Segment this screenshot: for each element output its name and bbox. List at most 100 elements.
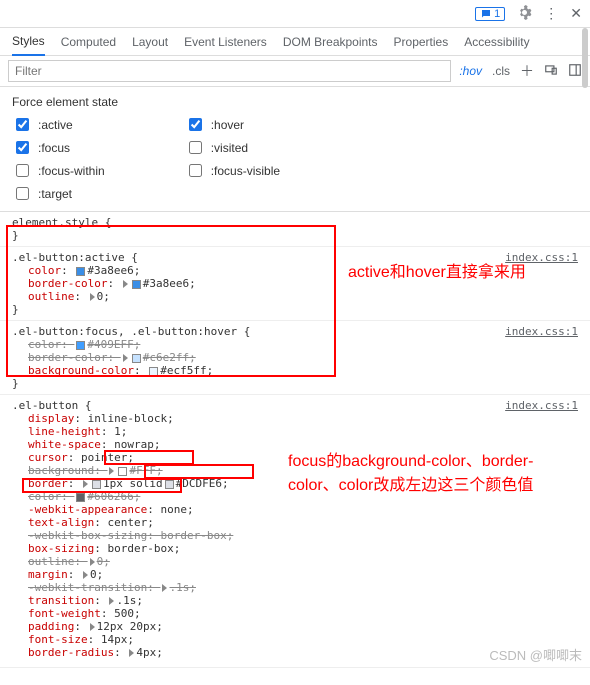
color-swatch[interactable] xyxy=(118,467,127,476)
css-property[interactable]: -webkit-appearance: none; xyxy=(28,503,578,516)
css-property[interactable]: -webkit-box-sizing: border-box; xyxy=(28,529,578,542)
chat-icon xyxy=(480,8,492,20)
expand-icon[interactable] xyxy=(109,467,114,475)
state-target[interactable]: :target xyxy=(12,184,105,203)
state-checkbox[interactable] xyxy=(16,118,29,131)
css-property[interactable]: padding: 12px 20px; xyxy=(28,620,578,633)
css-property[interactable]: outline: 0; xyxy=(28,555,578,568)
expand-icon[interactable] xyxy=(129,649,134,657)
tab-styles[interactable]: Styles xyxy=(12,28,45,56)
state-focus-within[interactable]: :focus-within xyxy=(12,161,105,180)
device-icon[interactable] xyxy=(544,63,558,80)
state-checkbox[interactable] xyxy=(189,164,202,177)
brace-close: } xyxy=(12,303,578,316)
color-swatch[interactable] xyxy=(149,367,158,376)
expand-icon[interactable] xyxy=(123,280,128,288)
element-state-panel: Force element state :active:focus:focus-… xyxy=(0,87,590,212)
filter-input[interactable] xyxy=(8,60,451,82)
color-swatch[interactable] xyxy=(76,493,85,502)
rule-element-style[interactable]: element.style { } xyxy=(0,212,590,247)
prop-value: 1px solid xyxy=(103,477,163,490)
state-focus-visible[interactable]: :focus-visible xyxy=(185,161,280,180)
scrollbar[interactable] xyxy=(582,28,588,88)
state-label: :active xyxy=(38,118,73,132)
cls-toggle[interactable]: .cls xyxy=(492,64,510,78)
hov-toggle[interactable]: :hov xyxy=(459,64,482,78)
state-hover[interactable]: :hover xyxy=(185,115,280,134)
css-property[interactable]: display: inline-block; xyxy=(28,412,578,425)
expand-icon[interactable] xyxy=(83,480,88,488)
tab-computed[interactable]: Computed xyxy=(61,29,116,55)
css-property[interactable]: transition: .1s; xyxy=(28,594,578,607)
brace-close: } xyxy=(12,377,578,390)
css-property[interactable]: margin: 0; xyxy=(28,568,578,581)
brace-close: } xyxy=(12,229,578,242)
new-rule-icon[interactable]: ＋ xyxy=(520,61,534,81)
prop-value: #409EFF xyxy=(87,338,133,351)
css-property[interactable]: -webkit-transition: .1s; xyxy=(28,581,578,594)
color-swatch[interactable] xyxy=(76,267,85,276)
state-active[interactable]: :active xyxy=(12,115,105,134)
css-property[interactable]: background-color: #ecf5ff; xyxy=(28,364,578,377)
state-label: :hover xyxy=(211,118,244,132)
css-property[interactable]: text-align: center; xyxy=(28,516,578,529)
rule-el-button[interactable]: .el-button { index.css:1 display: inline… xyxy=(0,395,590,668)
rule-focus-hover[interactable]: .el-button:focus, .el-button:hover { ind… xyxy=(0,321,590,395)
css-property[interactable]: border-color: #c6e2ff; xyxy=(28,351,578,364)
prop-name: -webkit-box-sizing xyxy=(28,529,147,542)
expand-icon[interactable] xyxy=(123,354,128,362)
expand-icon[interactable] xyxy=(109,597,114,605)
gear-icon[interactable] xyxy=(517,5,532,23)
tab-properties[interactable]: Properties xyxy=(394,29,449,55)
prop-name: font-weight xyxy=(28,607,101,620)
close-icon[interactable]: ✕ xyxy=(570,5,582,22)
source-link[interactable]: index.css:1 xyxy=(505,325,578,338)
more-icon[interactable]: ⋮ xyxy=(544,5,558,22)
prop-value: center xyxy=(107,516,147,529)
prop-value: nowrap xyxy=(114,438,154,451)
color-swatch[interactable] xyxy=(165,480,174,489)
source-link[interactable]: index.css:1 xyxy=(505,399,578,412)
prop-value: 1 xyxy=(114,425,121,438)
color-swatch[interactable] xyxy=(132,280,141,289)
expand-icon[interactable] xyxy=(90,623,95,631)
expand-icon[interactable] xyxy=(90,293,95,301)
css-property[interactable]: font-weight: 500; xyxy=(28,607,578,620)
color-swatch[interactable] xyxy=(92,480,101,489)
prop-name: color xyxy=(28,338,61,351)
tab-event-listeners[interactable]: Event Listeners xyxy=(184,29,267,55)
css-property[interactable]: outline: 0; xyxy=(28,290,578,303)
prop-name: border-color xyxy=(28,277,107,290)
annotation-text-1: active和hover直接拿来用 xyxy=(348,258,526,282)
tab-accessibility[interactable]: Accessibility xyxy=(464,29,529,55)
state-checkbox[interactable] xyxy=(189,141,202,154)
state-checkbox[interactable] xyxy=(189,118,202,131)
selector: .el-button { xyxy=(12,399,578,412)
selector: element.style { xyxy=(12,216,578,229)
prop-name: background-color xyxy=(28,364,134,377)
css-property[interactable]: line-height: 1; xyxy=(28,425,578,438)
messages-badge[interactable]: 1 xyxy=(475,7,505,21)
color-swatch[interactable] xyxy=(132,354,141,363)
state-checkbox[interactable] xyxy=(16,141,29,154)
tab-dom-breakpoints[interactable]: DOM Breakpoints xyxy=(283,29,378,55)
tab-layout[interactable]: Layout xyxy=(132,29,168,55)
expand-icon[interactable] xyxy=(83,571,88,579)
expand-icon[interactable] xyxy=(90,558,95,566)
prop-name: outline xyxy=(28,555,74,568)
color-swatch[interactable] xyxy=(76,341,85,350)
css-property[interactable]: box-sizing: border-box; xyxy=(28,542,578,555)
prop-value: 4px xyxy=(136,646,156,659)
prop-value: #3a8ee6 xyxy=(143,277,189,290)
state-label: :visited xyxy=(211,141,248,155)
prop-value: pointer xyxy=(81,451,127,464)
state-focus[interactable]: :focus xyxy=(12,138,105,157)
state-visited[interactable]: :visited xyxy=(185,138,280,157)
state-checkbox[interactable] xyxy=(16,187,29,200)
css-property[interactable]: color: #409EFF; xyxy=(28,338,578,351)
prop-name: border xyxy=(28,477,68,490)
prop-name: color xyxy=(28,490,61,503)
panel-icon[interactable] xyxy=(568,63,582,80)
expand-icon[interactable] xyxy=(162,584,167,592)
state-checkbox[interactable] xyxy=(16,164,29,177)
